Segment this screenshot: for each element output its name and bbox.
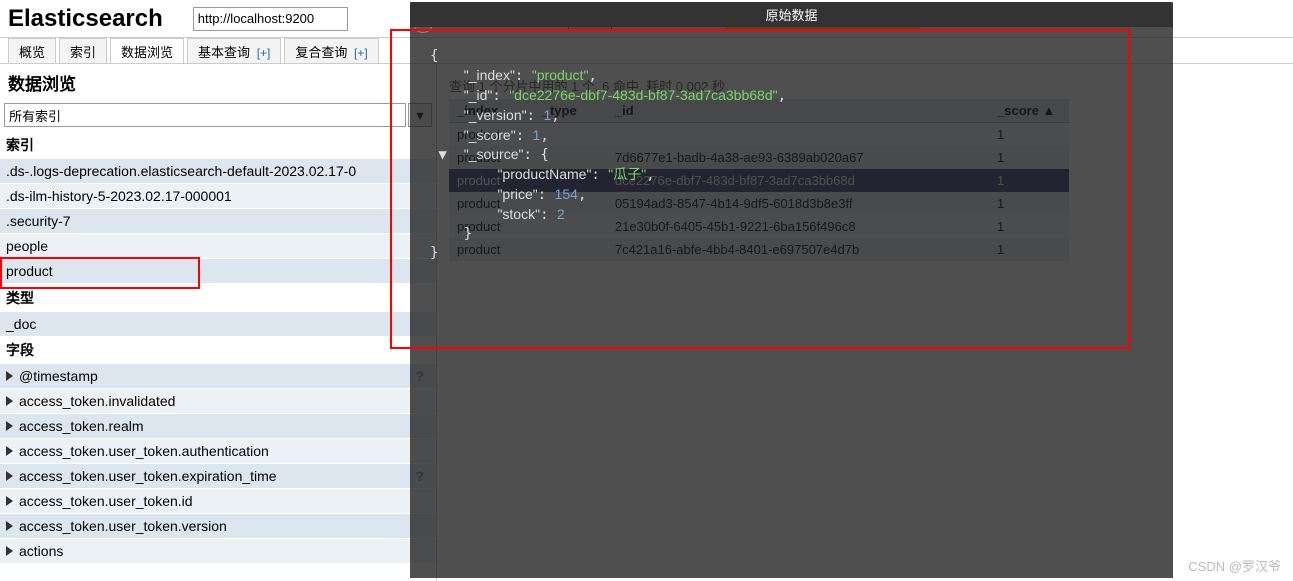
section-title: 数据浏览 — [0, 64, 436, 101]
json-viewer[interactable]: { "_index": "product", "_id": "dce2276e-… — [410, 27, 1173, 283]
field-item[interactable]: access_token.user_token.authentication — [0, 439, 436, 463]
triangle-icon — [6, 546, 13, 556]
field-item[interactable]: access_token.invalidated — [0, 389, 436, 413]
tab-basic-query[interactable]: 基本查询 [+] — [187, 38, 281, 63]
field-item[interactable]: access_token.realm — [0, 414, 436, 438]
index-item[interactable]: people — [0, 234, 436, 258]
types-heading: 类型 — [0, 284, 436, 312]
field-item[interactable]: access_token.user_token.version — [0, 514, 436, 538]
triangle-icon — [6, 371, 13, 381]
index-item[interactable]: product — [0, 259, 436, 283]
field-item[interactable]: access_token.user_token.id — [0, 489, 436, 513]
field-item[interactable]: actions — [0, 539, 436, 563]
cluster-url-input[interactable] — [193, 7, 348, 31]
indices-heading: 索引 — [0, 131, 436, 159]
watermark: CSDN @罗汉爷 — [1188, 556, 1281, 575]
app-logo: Elasticsearch — [8, 5, 193, 33]
type-item[interactable]: _doc — [0, 312, 436, 336]
raw-data-modal: 原始数据 { "_index": "product", "_id": "dce2… — [410, 2, 1173, 578]
index-item[interactable]: .security-7 — [0, 209, 436, 233]
triangle-icon — [6, 396, 13, 406]
tab-browse[interactable]: 数据浏览 — [110, 38, 184, 63]
plus-icon[interactable]: [+] — [351, 46, 368, 60]
raw-data-overlay: ✕ 原始数据 { "_index": "product", "_id": "dc… — [410, 2, 1173, 578]
tab-overview[interactable]: 概览 — [8, 38, 56, 63]
sidebar: 数据浏览 ▾ 索引 .ds-.logs-deprecation.elastics… — [0, 64, 437, 581]
plus-icon[interactable]: [+] — [254, 46, 271, 60]
triangle-icon — [6, 521, 13, 531]
triangle-icon — [6, 421, 13, 431]
triangle-icon — [6, 446, 13, 456]
index-item[interactable]: .ds-ilm-history-5-2023.02.17-000001 — [0, 184, 436, 208]
tab-indices[interactable]: 索引 — [59, 38, 107, 63]
triangle-icon — [6, 496, 13, 506]
field-item[interactable]: @timestamp? — [0, 364, 436, 388]
index-filter-input[interactable] — [4, 103, 406, 127]
tab-compound-query[interactable]: 复合查询 [+] — [284, 38, 378, 63]
triangle-icon — [6, 471, 13, 481]
field-item[interactable]: access_token.user_token.expiration_time? — [0, 464, 436, 488]
modal-title: 原始数据 — [410, 2, 1173, 27]
fields-heading: 字段 — [0, 336, 436, 364]
index-item[interactable]: .ds-.logs-deprecation.elasticsearch-defa… — [0, 159, 436, 183]
